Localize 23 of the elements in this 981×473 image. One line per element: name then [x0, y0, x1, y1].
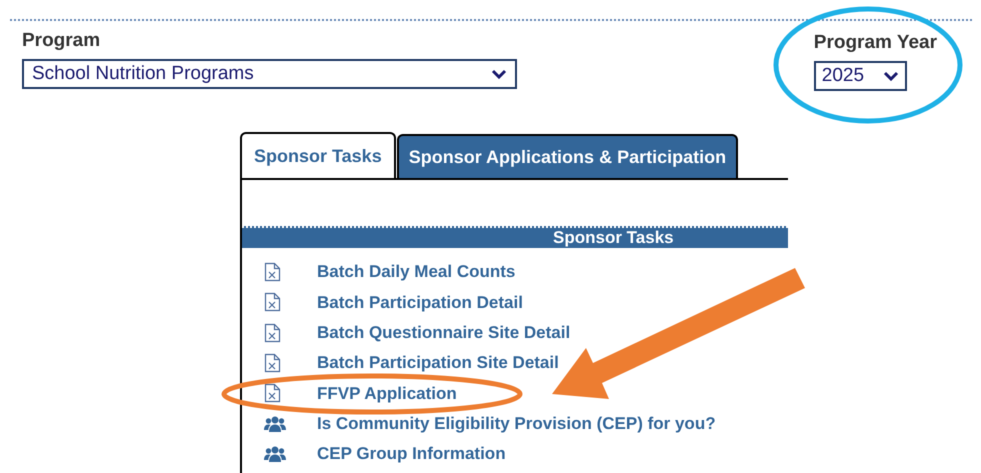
people-icon: [264, 444, 286, 463]
program-select[interactable]: School Nutrition Programs: [22, 59, 517, 89]
tab[interactable]: Sponsor Applications & Participation: [396, 134, 738, 178]
task-link[interactable]: Batch Daily Meal Counts: [317, 259, 516, 285]
chevron-down-icon: [882, 70, 899, 82]
task-link[interactable]: FFVP Application: [317, 380, 457, 406]
task-link[interactable]: Is Community Eligibility Provision (CEP) for you?: [317, 410, 716, 436]
task-link[interactable]: Batch Questionnaire Site Detail: [317, 320, 570, 346]
chevron-down-icon: [491, 68, 507, 80]
tab[interactable]: Sponsor Tasks: [240, 132, 396, 178]
task-link[interactable]: Batch Participation Detail: [317, 290, 523, 316]
document-icon: [264, 262, 281, 282]
panel-title: Sponsor Tasks: [553, 227, 674, 250]
document-icon: [264, 292, 281, 312]
field-label: Program Year: [814, 31, 937, 55]
task-link[interactable]: Batch Participation Site Detail: [317, 350, 559, 376]
field-label: Program: [22, 29, 102, 53]
document-icon: [264, 383, 281, 404]
document-icon: [264, 353, 281, 374]
people-icon: [264, 414, 286, 433]
task-link[interactable]: CEP Group Information: [317, 441, 506, 467]
year-select[interactable]: 2025: [814, 61, 907, 91]
document-icon: [264, 322, 281, 343]
